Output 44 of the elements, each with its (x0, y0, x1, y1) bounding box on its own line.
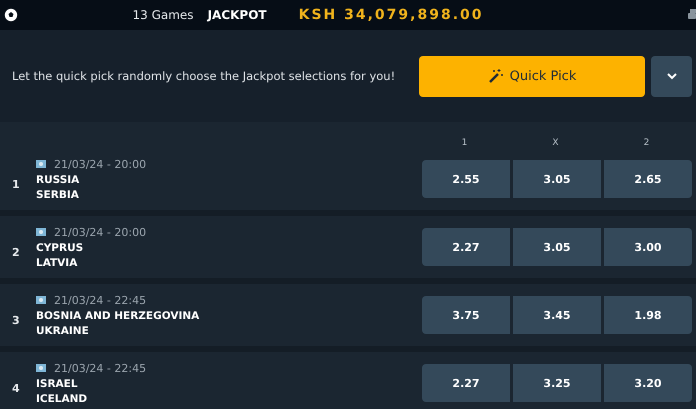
flag-icon (36, 160, 46, 168)
home-team: RUSSIA (36, 174, 80, 186)
odds-button[interactable]: 3.00 (604, 228, 692, 266)
match-number: 2 (12, 246, 21, 258)
away-team: SERBIA (36, 188, 80, 200)
odds-button[interactable]: 2.55 (422, 160, 510, 198)
soccer-ball-icon (4, 8, 18, 22)
quick-pick-description: Let the quick pick randomly choose the Jackpot selections for you! (12, 69, 396, 83)
odds-button[interactable]: 3.05 (513, 160, 601, 198)
jackpot-title: JACKPOT (208, 8, 267, 22)
home-team: ISRAEL (36, 378, 79, 390)
flag-icon (36, 228, 46, 236)
magic-wand-icon (488, 68, 504, 84)
away-team: LATVIA (36, 256, 78, 268)
odds-button[interactable]: 3.20 (604, 364, 692, 402)
odds-button[interactable]: 2.65 (604, 160, 692, 198)
odds-button[interactable]: 1.98 (604, 296, 692, 334)
column-header: X (551, 138, 560, 148)
match-time: 21/03/24 - 22:45 (54, 362, 146, 374)
games-count: 13 Games (132, 8, 194, 22)
jackpot-amount: KSH 34,079,898.00 (298, 7, 484, 23)
printer-icon[interactable] (688, 8, 696, 22)
match-time: 21/03/24 - 22:45 (54, 294, 146, 306)
match-number: 1 (12, 178, 21, 190)
flag-icon (36, 296, 46, 304)
flag-icon (36, 364, 46, 372)
odds-button[interactable]: 3.75 (422, 296, 510, 334)
match-time: 21/03/24 - 20:00 (54, 226, 146, 238)
odds-button[interactable]: 2.27 (422, 228, 510, 266)
chevron-down-icon (666, 72, 676, 80)
match-number: 4 (12, 382, 21, 394)
away-team: ICELAND (36, 392, 88, 404)
odds-button[interactable]: 2.27 (422, 364, 510, 402)
match-number: 3 (12, 314, 21, 326)
away-team: UKRAINE (36, 324, 90, 336)
column-header: 2 (642, 138, 650, 148)
quick-pick-button[interactable]: Quick Pick (419, 56, 645, 96)
odds-button[interactable]: 3.45 (513, 296, 601, 334)
home-team: CYPRUS (36, 242, 84, 254)
home-team: BOSNIA AND HERZEGOVINA (36, 310, 200, 322)
match-time: 21/03/24 - 20:00 (54, 158, 146, 170)
odds-button[interactable]: 3.05 (513, 228, 601, 266)
column-header: 1 (460, 138, 468, 148)
odds-button[interactable]: 3.25 (513, 364, 601, 402)
